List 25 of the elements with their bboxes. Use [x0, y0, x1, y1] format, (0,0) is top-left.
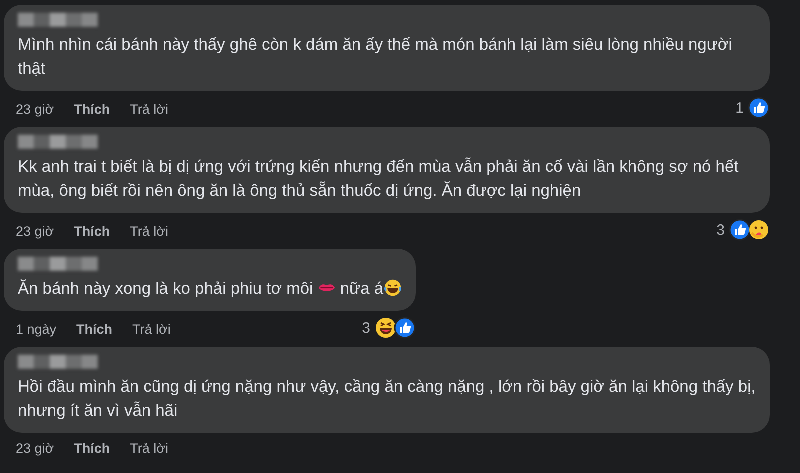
- comment-time: 1 ngày: [16, 322, 57, 336]
- comment-text: Kk anh trai t biết là bị dị ứng với trứng kiến nhưng đến mùa vẫn phải ăn cố vài lần không sợ nó hết mùa, ông biết rồi nên ông ăn là ông thủ sẵn thuốc dị ứng. Ăn được lại nghiện: [18, 156, 740, 202]
- laughing-emoji-icon: [384, 279, 402, 297]
- reply-link[interactable]: Trả lời: [130, 224, 168, 238]
- comment-time: 23 giờ: [16, 224, 54, 238]
- like-link[interactable]: Thích: [74, 224, 110, 238]
- reply-link[interactable]: Trả lời: [132, 322, 171, 336]
- comment-time: 23 giờ: [16, 102, 54, 116]
- care-reaction-icon: [748, 219, 770, 241]
- reply-link[interactable]: Trả lời: [130, 441, 168, 456]
- comment-text: Hồi đầu mình ăn cũng dị ứng nặng như vậy, cầng ăn càng nặng , lớn rồi bây giờ ăn lại không thấy bị, nhưng ít ăn vì vẫn hãi: [18, 377, 756, 422]
- reaction-count: 3: [716, 222, 725, 238]
- comment-text: Ăn bánh này xong là ko phải phiu tơ môi nữa á: [18, 277, 402, 301]
- reply-link[interactable]: Trả lời: [130, 102, 168, 116]
- comment-time: 23 giờ: [16, 441, 54, 456]
- comment-text: Mình nhìn cái bánh này thấy ghê còn k dám ăn ấy thế mà món bánh lại làm siêu lòng nhiều người thật: [18, 35, 734, 80]
- like-link[interactable]: Thích: [74, 102, 110, 116]
- like-reaction-icon: [394, 317, 416, 339]
- like-reaction-icon: [729, 219, 751, 241]
- like-link[interactable]: Thích: [76, 322, 113, 336]
- haha-reaction-icon: [374, 317, 397, 339]
- reaction-count: 3: [362, 320, 371, 336]
- reaction-count: 1: [736, 100, 744, 116]
- like-link[interactable]: Thích: [74, 441, 110, 456]
- like-reaction-icon: [748, 97, 770, 119]
